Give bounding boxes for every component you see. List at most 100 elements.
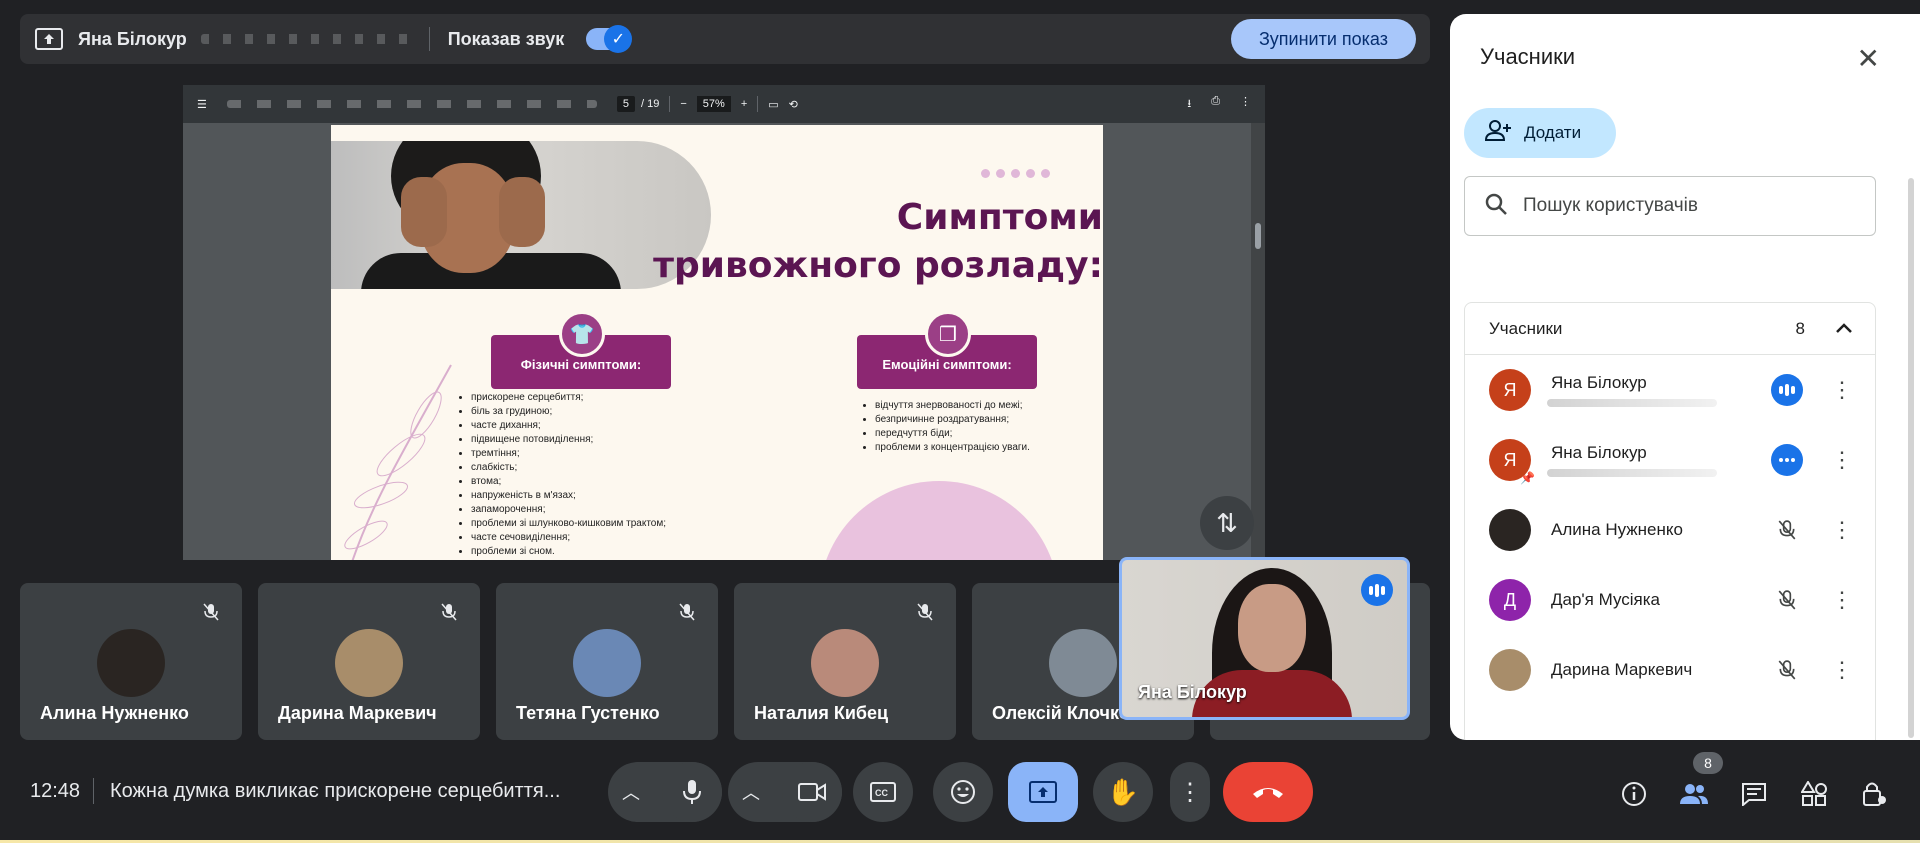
participant-name: Дарина Маркевич [278,703,437,723]
avatar [1489,509,1531,551]
self-video-tile[interactable]: Яна Білокур [1119,557,1410,720]
sound-label: Показав звук [447,28,565,49]
list-item: прискорене серцебиття; [471,391,666,405]
list-item: тремтіння; [471,447,666,461]
avatar: Я 📌 [1489,439,1535,485]
slide-title-line2: тривожного розладу: [653,245,1103,286]
pdf-toolbar: ☰ 5 / 19 − 57% + ▭ ⟲ ⭳ ⎙ ⋮ [183,85,1265,123]
chevron-up-icon[interactable]: ︿ [622,779,640,805]
participant-name: Тетяна Густенко [516,703,660,723]
participant-row[interactable]: Д Дар'я Мусіяка ⋮ [1465,565,1875,635]
participant-name: Олексій Клочко [992,703,1130,723]
search-input[interactable] [1523,195,1843,217]
decor-circle [819,481,1059,560]
divider [428,27,430,51]
participant-name: Алина Нужненко [1551,520,1683,539]
participant-row[interactable]: Я Яна Білокур ⋮ [1465,355,1875,425]
more-vert-icon[interactable]: ⋮ [1831,447,1853,473]
decor-dots [981,169,1050,178]
present-now-button[interactable] [1008,762,1078,822]
search-box[interactable] [1464,176,1876,236]
participant-name: Алина Нужненко [40,703,189,723]
speaking-icon [1771,444,1803,476]
list-item: передчуття біди; [875,427,1030,441]
host-controls-button[interactable] [1854,774,1894,814]
avatar [573,629,641,697]
list-item: часте сечовиділення; [471,531,666,545]
participant-name: Яна Білокур [1551,373,1647,392]
mic-control-group: ︿ [608,762,722,822]
close-icon[interactable]: ✕ [1857,42,1880,75]
mic-off-icon [1771,654,1803,686]
participants-panel: Учасники ✕ Додати Учасники 8 Я Яна Білок… [1450,14,1920,740]
more-vert-icon[interactable]: ⋮ [1831,377,1853,403]
document-title-blurred [226,100,597,108]
list-item: проблеми з концентрацією уваги. [875,441,1030,455]
page-input[interactable]: 5 [616,96,635,112]
info-icon [1622,782,1646,806]
avatar [811,629,879,697]
list-title: Учасники [1489,318,1563,338]
page-indicator: 5 / 19 [616,96,659,112]
captions-button[interactable]: CC [853,762,913,822]
mic-off-icon [912,599,938,625]
physical-symptoms-list: прискорене серцебиття; біль за грудиною;… [461,391,666,559]
chevron-up-icon[interactable] [1835,319,1853,339]
participant-tile[interactable]: Дарина Маркевич [258,583,480,740]
list-item: слабкість; [471,461,666,475]
people-icon [1680,784,1708,804]
more-vert-icon[interactable]: ⋮ [1831,517,1853,543]
participant-name: Яна Білокур [1551,443,1647,462]
participant-tile[interactable]: Алина Нужненко [20,583,242,740]
rotate-icon[interactable]: ⟲ [789,98,798,111]
mic-off-icon [674,599,700,625]
present-screen-icon [34,27,64,51]
move-tile-button[interactable]: ⇅ [1200,496,1254,550]
leave-call-button[interactable] [1223,762,1313,822]
lock-person-icon [1863,782,1886,806]
print-icon[interactable]: ⎙ [1211,95,1220,114]
zoom-level[interactable]: 57% [696,96,731,112]
panel-scrollbar[interactable] [1908,178,1914,738]
sound-toggle[interactable]: ✓ [586,25,633,53]
participant-row[interactable]: Алина Нужненко ⋮ [1465,495,1875,565]
activities-button[interactable] [1794,774,1834,814]
shirt-icon: 👕 [559,311,605,357]
more-vert-icon[interactable]: ⋮ [1831,657,1853,683]
reactions-button[interactable] [933,762,993,822]
participants-list-header[interactable]: Учасники 8 [1465,303,1875,355]
more-options-button[interactable]: ⋮ [1170,762,1210,822]
participant-row[interactable]: Я 📌 Яна Білокур ⋮ [1465,425,1875,495]
more-vert-icon[interactable]: ⋮ [1240,95,1251,114]
participant-row[interactable]: Дарина Маркевич ⋮ [1465,635,1875,705]
meeting-details-button[interactable] [1614,774,1654,814]
more-vert-icon[interactable]: ⋮ [1831,587,1853,613]
camera-button[interactable] [782,762,842,822]
chevron-up-icon[interactable]: ︿ [742,779,760,805]
list-item: підвищене потовиділення; [471,433,666,447]
chat-button[interactable] [1734,774,1774,814]
divider [93,778,94,804]
participant-tile[interactable]: Наталия Кибец [734,583,956,740]
zoom-out-icon[interactable]: − [680,98,686,110]
add-people-button[interactable]: Додати [1464,108,1616,158]
chat-icon [1742,783,1766,806]
download-icon[interactable]: ⭳ [1187,95,1191,114]
pdf-scrollbar[interactable] [1251,123,1265,560]
list-item: відчуття знервованості до межі; [875,399,1030,413]
stop-presenting-button[interactable]: Зупинити показ [1230,19,1416,59]
fit-page-icon[interactable]: ▭ [768,98,778,111]
microphone-button[interactable] [662,762,722,822]
leaf-decoration [344,364,452,560]
participants-list: Учасники 8 Я Яна Білокур ⋮ Я 📌 Яна Білок… [1464,302,1876,740]
menu-icon[interactable]: ☰ [197,98,207,111]
raise-hand-button[interactable]: ✋ [1093,762,1153,822]
people-button[interactable] [1674,774,1714,814]
presenter-name: Яна Білокур [78,28,187,49]
zoom-in-icon[interactable]: + [741,98,747,110]
emotional-symptoms-list: відчуття знервованості до межі; безпричи… [865,399,1030,455]
speaking-icon [1361,574,1393,606]
participant-tile[interactable]: Тетяна Густенко [496,583,718,740]
mic-icon [683,780,701,804]
divider [757,96,759,112]
